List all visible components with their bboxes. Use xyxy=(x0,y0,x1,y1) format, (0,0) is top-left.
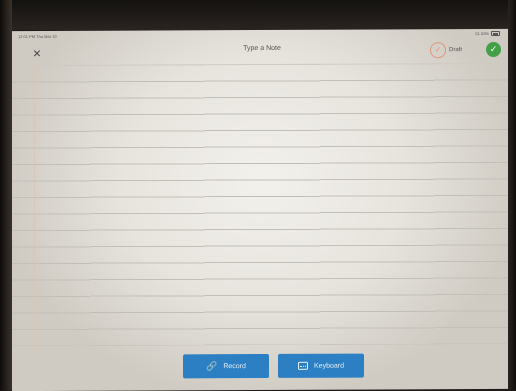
margin-line xyxy=(34,65,35,356)
record-button[interactable]: 🔗 Record xyxy=(183,353,269,379)
record-label: Record xyxy=(223,362,246,370)
keyboard-button[interactable]: Keyboard xyxy=(278,353,364,378)
draft-label: Draft xyxy=(449,47,463,54)
status-time: 12:01 PM Thu Mar 19 xyxy=(18,33,57,40)
status-battery: 51 63% xyxy=(475,30,500,37)
device-bezel-top xyxy=(0,0,516,30)
keyboard-icon xyxy=(298,361,309,370)
navigation-bar: × Type a Note ✓ Draft ✓ xyxy=(12,38,512,67)
tablet-screen: 12:01 PM Thu Mar 19 51 63% × Type a Note… xyxy=(12,28,512,391)
device-bezel-left xyxy=(0,0,12,390)
draft-button[interactable]: ✓ Draft xyxy=(430,40,474,60)
note-text-area[interactable] xyxy=(12,63,512,347)
draft-check-icon: ✓ xyxy=(430,42,446,59)
battery-percentage: 51 63% xyxy=(475,31,489,37)
link-icon: 🔗 xyxy=(206,360,218,371)
bottom-toolbar: 🔗 Record Keyboard xyxy=(12,347,512,381)
battery-icon xyxy=(491,30,500,37)
done-check-icon[interactable]: ✓ xyxy=(486,41,501,58)
keyboard-label: Keyboard xyxy=(314,362,344,370)
device-bezel-right xyxy=(508,0,516,390)
